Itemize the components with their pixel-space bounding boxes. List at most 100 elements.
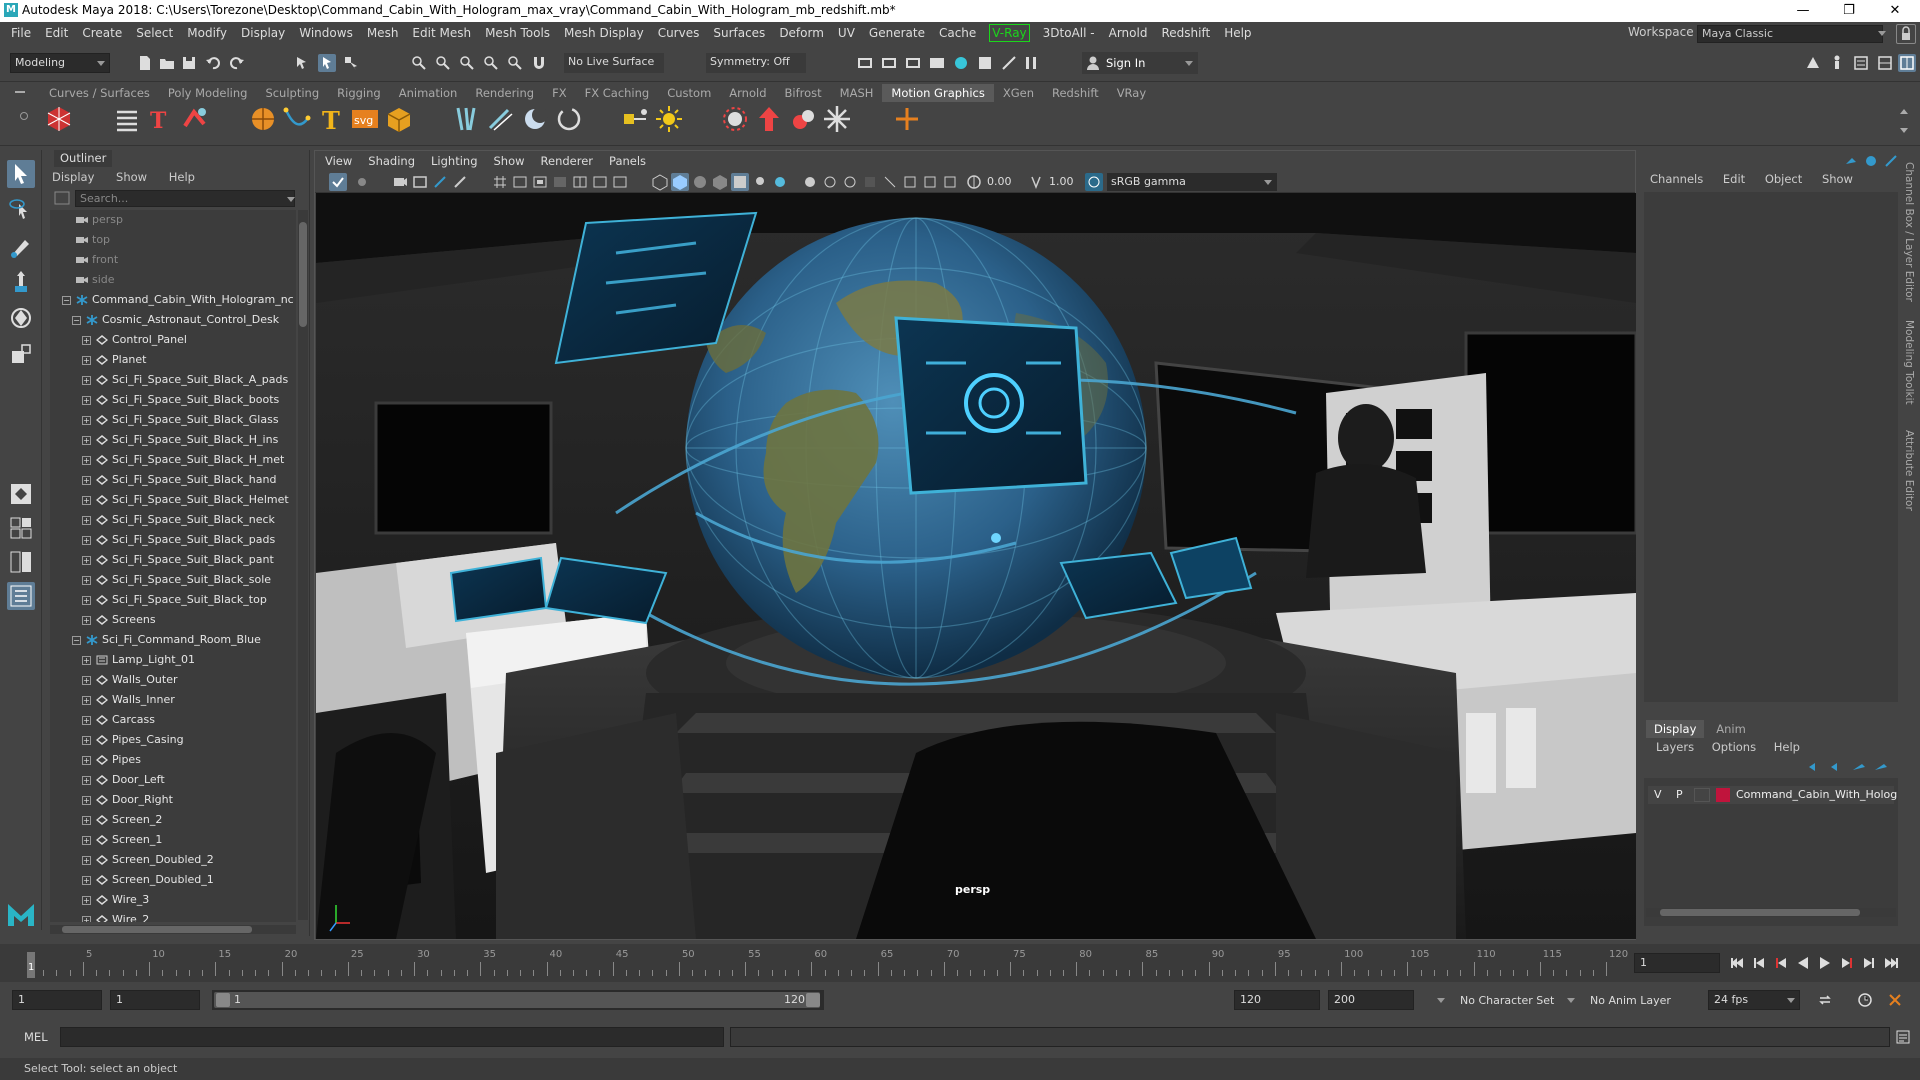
- use-all-lights-icon[interactable]: [731, 173, 749, 191]
- channel-settings-icon[interactable]: [1862, 152, 1880, 170]
- viewport-menu-lighting[interactable]: Lighting: [431, 151, 477, 171]
- shelf-tab-curves-surfaces[interactable]: Curves / Surfaces: [40, 84, 159, 102]
- menu-uv[interactable]: UV: [831, 22, 862, 44]
- outliner-row[interactable]: + Sci_Fi_Space_Suit_Black_hand: [50, 470, 296, 490]
- expand-toggle-icon[interactable]: +: [82, 536, 91, 545]
- time-slider-ruler[interactable]: 5 10 15 20 25 30 35 40 45 50 55 60 65 70 75 80 85 90 95 100…: [24, 948, 1628, 978]
- outliner-row[interactable]: + Screen_1: [50, 830, 296, 850]
- single-perspective-layout-icon[interactable]: [7, 480, 35, 508]
- textured-icon[interactable]: [711, 173, 729, 191]
- motion-blur-icon[interactable]: [801, 173, 819, 191]
- time-slider[interactable]: 5 10 15 20 25 30 35 40 45 50 55 60 65 70 75 80 85 90 95 100…: [0, 944, 1920, 982]
- menu-curves[interactable]: Curves: [651, 22, 707, 44]
- menu-edit[interactable]: Edit: [38, 22, 75, 44]
- mash-network-icon[interactable]: [44, 104, 74, 134]
- expand-toggle-icon[interactable]: +: [82, 776, 91, 785]
- layer-display-type[interactable]: [1694, 788, 1710, 802]
- shelf-tab-rigging[interactable]: Rigging: [328, 84, 390, 102]
- outliner-tab[interactable]: Outliner: [54, 150, 113, 167]
- arrow-up-icon[interactable]: [754, 104, 784, 134]
- vray-frame-buffer-icon[interactable]: [976, 54, 994, 72]
- menu-display[interactable]: Display: [234, 22, 292, 44]
- connect-icon[interactable]: [620, 104, 650, 134]
- rotate-tool-icon[interactable]: [7, 304, 35, 332]
- gamma-value[interactable]: 1.00: [1049, 175, 1074, 188]
- outliner-row[interactable]: + Planet: [50, 350, 296, 370]
- gate-mask-icon[interactable]: [551, 173, 569, 191]
- shelf-tab-mash[interactable]: MASH: [831, 84, 883, 102]
- depth-of-field-icon[interactable]: [841, 173, 859, 191]
- shelf-tab-xgen[interactable]: XGen: [994, 84, 1043, 102]
- current-frame-field[interactable]: 1: [1634, 953, 1720, 973]
- move-layer-up-icon[interactable]: [1806, 758, 1824, 776]
- fracture-icon[interactable]: [452, 104, 482, 134]
- sign-in-button[interactable]: Sign In: [1082, 52, 1198, 74]
- step-back-frame-icon[interactable]: [1772, 954, 1790, 972]
- sun-light-icon[interactable]: [654, 104, 684, 134]
- modeling-toolkit-icon[interactable]: [1804, 54, 1822, 72]
- undo-icon[interactable]: [204, 54, 222, 72]
- outliner-row[interactable]: + Lamp_Light_01: [50, 650, 296, 670]
- expand-toggle-icon[interactable]: +: [82, 676, 91, 685]
- menu-mesh-tools[interactable]: Mesh Tools: [478, 22, 557, 44]
- xray-icon[interactable]: [881, 173, 899, 191]
- shelf-tab-arnold[interactable]: Arnold: [720, 84, 775, 102]
- channel-box-menu-show[interactable]: Show: [1822, 172, 1853, 186]
- channel-box-menu-object[interactable]: Object: [1765, 172, 1802, 186]
- live-surface-field[interactable]: No Live Surface: [564, 53, 664, 73]
- play-backwards-icon[interactable]: [1794, 954, 1812, 972]
- expand-toggle-icon[interactable]: +: [82, 716, 91, 725]
- expand-toggle-icon[interactable]: +: [82, 796, 91, 805]
- expand-toggle-icon[interactable]: +: [82, 596, 91, 605]
- symmetry-dropdown[interactable]: Symmetry: Off: [706, 53, 806, 73]
- gamma-icon[interactable]: [1027, 173, 1045, 191]
- shelf-options-icon[interactable]: [20, 112, 28, 120]
- viewport-menu-show[interactable]: Show: [494, 151, 525, 171]
- layer-color-swatch[interactable]: [1716, 788, 1730, 802]
- hypershade-icon[interactable]: [952, 54, 970, 72]
- vray-render-icon[interactable]: [1000, 54, 1018, 72]
- step-forward-key-icon[interactable]: [1860, 954, 1878, 972]
- color-management-icon[interactable]: [1085, 173, 1103, 191]
- trails-icon[interactable]: [486, 104, 516, 134]
- magnet-icon[interactable]: [530, 54, 548, 72]
- shelf-menu-icon[interactable]: [14, 88, 26, 98]
- scale-tool-icon[interactable]: [7, 340, 35, 368]
- outliner-row[interactable]: + Pipes_Casing: [50, 730, 296, 750]
- shelf-tab-bifrost[interactable]: Bifrost: [776, 84, 831, 102]
- render-frame-icon[interactable]: [856, 54, 874, 72]
- menu-mesh-display[interactable]: Mesh Display: [557, 22, 651, 44]
- tool-settings-icon[interactable]: [1876, 54, 1894, 72]
- outliner-row[interactable]: persp: [50, 210, 296, 230]
- paint-select-tool-icon[interactable]: [7, 232, 35, 260]
- outliner-row[interactable]: + Sci_Fi_Space_Suit_Black_A_pads: [50, 370, 296, 390]
- snap-to-view-plane-icon[interactable]: [482, 54, 500, 72]
- wireframe-icon[interactable]: [651, 173, 669, 191]
- outliner-row[interactable]: + Walls_Outer: [50, 670, 296, 690]
- layer-horizontal-scrollbar[interactable]: [1646, 908, 1896, 917]
- workspace-dropdown[interactable]: Maya Classic: [1697, 25, 1883, 43]
- snap-to-grid-icon[interactable]: [410, 54, 428, 72]
- exposure-icon[interactable]: [965, 173, 983, 191]
- outliner-layout-icon[interactable]: [7, 582, 35, 610]
- snap-to-curve-icon[interactable]: [434, 54, 452, 72]
- 2d-pan-zoom-icon[interactable]: [431, 173, 449, 191]
- menu-windows[interactable]: Windows: [292, 22, 360, 44]
- outliner-row[interactable]: + Screen_2: [50, 810, 296, 830]
- four-view-layout-icon[interactable]: [7, 514, 35, 542]
- expand-toggle-icon[interactable]: +: [82, 876, 91, 885]
- outliner-row[interactable]: + Sci_Fi_Space_Suit_Black_H_met: [50, 450, 296, 470]
- expand-toggle-icon[interactable]: −: [72, 316, 81, 325]
- menu-surfaces[interactable]: Surfaces: [706, 22, 772, 44]
- channel-box-menu-edit[interactable]: Edit: [1723, 172, 1745, 186]
- outliner-menu-display[interactable]: Display: [52, 170, 94, 184]
- fluid-icon[interactable]: [788, 104, 818, 134]
- play-forwards-icon[interactable]: [1816, 954, 1834, 972]
- viewport-menu-panels[interactable]: Panels: [609, 151, 646, 171]
- expand-toggle-icon[interactable]: +: [82, 336, 91, 345]
- expand-toggle-icon[interactable]: +: [82, 436, 91, 445]
- outliner-row[interactable]: + Sci_Fi_Space_Suit_Black_pant: [50, 550, 296, 570]
- outliner-row[interactable]: side: [50, 270, 296, 290]
- expand-toggle-icon[interactable]: +: [82, 356, 91, 365]
- layer-menu-options[interactable]: Options: [1712, 740, 1756, 754]
